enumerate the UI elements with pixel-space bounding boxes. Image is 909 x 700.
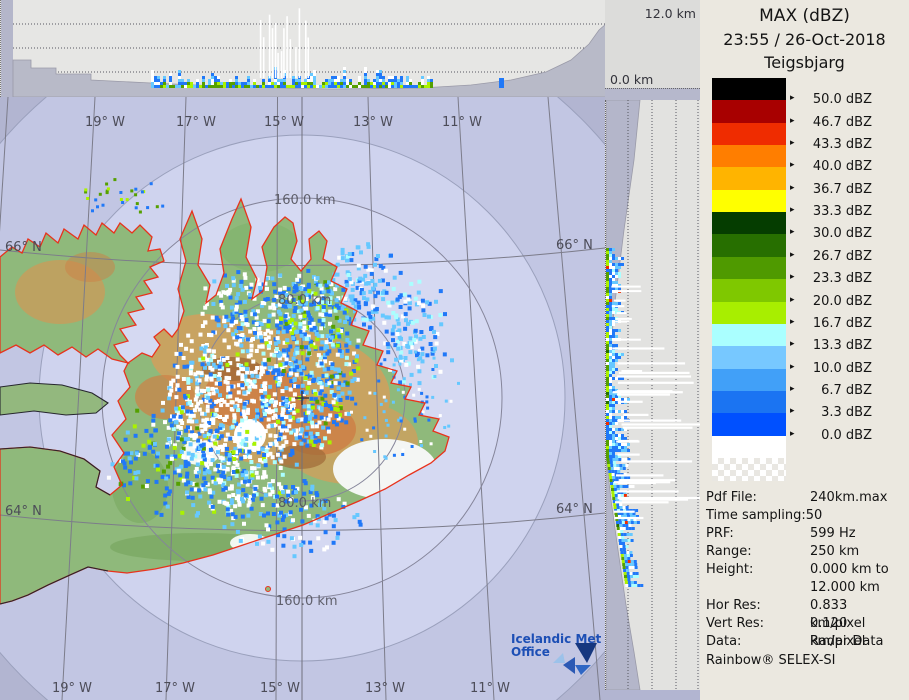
height-axis-min-label: 0.0 km: [610, 72, 654, 87]
legend-tick-icon: ▸: [790, 205, 795, 216]
info-value: 0.120 km/pixel: [810, 616, 866, 649]
legend-swatch: [712, 145, 786, 168]
info-row: PRF: 599 Hz: [706, 525, 906, 543]
legend-tick-icon: ▸: [790, 115, 795, 126]
legend-tick-icon: ▸: [790, 316, 795, 327]
color-scale-legend: ▸ 50.0 dBZ ▸ 46.7 dBZ ▸ 43.3 dBZ ▸ 40.0 dBZ ▸ 36.…: [712, 78, 902, 482]
legend-tick-icon: ▸: [790, 249, 795, 260]
legend-label: ▸ 36.7 dBZ: [790, 181, 872, 197]
legend-tick-icon: ▸: [790, 138, 795, 149]
legend-tick-icon: ▸: [790, 272, 795, 283]
legend-swatch: [712, 390, 786, 414]
logo-pinwheel-icon: [553, 643, 597, 675]
legend-swatch: [712, 301, 786, 325]
info-row: Range: 250 km: [706, 543, 906, 561]
info-label: Pdf File:: [706, 490, 757, 505]
radar-map[interactable]: 19° W 17° W 15° W 13° W 11° W 19° W 17° W 15° W…: [0, 97, 605, 700]
legend-label: ▸ 40.0 dBZ: [790, 159, 872, 175]
legend-tick-icon: ▸: [790, 182, 795, 193]
legend-label: ▸ 16.7 dBZ: [790, 315, 872, 331]
legend-label: ▸ 0.0 dBZ: [790, 427, 872, 443]
legend-label: ▸ 20.0 dBZ: [790, 293, 872, 309]
legend-label: ▸ 50.0 dBZ: [790, 92, 872, 108]
height-axis-panel: 12.0 km 0.0 km: [605, 0, 700, 88]
legend-swatch: [712, 457, 786, 481]
info-label: Data:: [706, 634, 742, 649]
legend-tick-icon: ▸: [790, 406, 795, 417]
top-panel-left-margin: [1, 0, 13, 97]
software-brand: Rainbow® SELEX-SI: [706, 653, 836, 668]
legend-swatch: [712, 100, 786, 124]
legend-label: ▸ 46.7 dBZ: [790, 114, 872, 130]
bottom-right-sea-strip: [605, 690, 700, 700]
legend-swatch: [712, 346, 786, 370]
legend-swatch: [712, 279, 786, 302]
legend-label: ▸ 13.3 dBZ: [790, 338, 872, 354]
info-row: Height: 0.000 km to: [706, 561, 906, 579]
right-cross-section-plot: [606, 100, 700, 690]
legend-label: ▸ 3.3 dBZ: [790, 405, 872, 421]
cross-section-top-panel[interactable]: [0, 0, 606, 97]
info-row: Data: Radar Data: [706, 633, 906, 651]
info-value: 12.000 km: [810, 580, 880, 595]
info-row: 12.000 km: [706, 579, 906, 597]
radar-map-canvas: [0, 97, 605, 700]
info-label: Vert Res:: [706, 616, 765, 631]
info-label: Hor Res:: [706, 598, 761, 613]
legend-label: ▸ 26.7 dBZ: [790, 248, 872, 264]
info-label: Time sampling:50: [706, 508, 823, 523]
icelandic-met-office-logo: Icelandic Met Office: [511, 633, 605, 679]
legend-label: ▸ 10.0 dBZ: [790, 360, 872, 376]
info-sidebar: MAX (dBZ) 23:55 / 26-Oct-2018 Teigsbjarg…: [700, 0, 909, 700]
info-value: 599 Hz: [810, 526, 856, 541]
cross-section-right-panel[interactable]: [605, 100, 700, 690]
legend-swatch: [712, 167, 786, 191]
info-value: 0.000 km to: [810, 562, 889, 577]
island-vestmannaeyjar: [265, 586, 271, 592]
info-value: 0.833 km/pixel: [810, 598, 866, 631]
legend-swatch: [712, 323, 786, 347]
legend-label: ▸ 23.3 dBZ: [790, 271, 872, 287]
info-row: Pdf File: 240km.max: [706, 489, 906, 507]
legend-swatch: [712, 212, 786, 235]
legend-tick-icon: ▸: [790, 339, 795, 350]
legend-tick-icon: ▸: [790, 294, 795, 305]
info-value: 240km.max: [810, 490, 888, 505]
height-axis-max-label: 12.0 km: [644, 6, 696, 21]
legend-swatch: [712, 234, 786, 258]
info-row: Hor Res: 0.833 km/pixel: [706, 597, 906, 631]
legend-label: ▸ 6.7 dBZ: [790, 382, 872, 398]
legend-label: ▸ 33.3 dBZ: [790, 204, 872, 220]
legend-tick-icon: ▸: [790, 361, 795, 372]
corner-terrain-strip: [605, 88, 700, 100]
info-row: Vert Res: 0.120 km/pixel: [706, 615, 906, 649]
top-cross-section-plot: [1, 0, 606, 97]
radar-application-window: { "header": { "product": "MAX (dBZ)", "d…: [0, 0, 909, 700]
station-name: Teigsbjarg: [764, 53, 845, 72]
legend-tick-icon: ▸: [790, 160, 795, 171]
legend-swatch: [712, 78, 786, 101]
legend-swatch: [712, 122, 786, 146]
legend-swatch: [712, 189, 786, 213]
info-row: Time sampling:50: [706, 507, 906, 525]
legend-tick-icon: ▸: [790, 93, 795, 104]
info-value: 250 km: [810, 544, 860, 559]
legend-label: ▸ 30.0 dBZ: [790, 226, 872, 242]
legend-swatch: [712, 256, 786, 280]
info-label: Range:: [706, 544, 752, 559]
info-label: [706, 579, 810, 597]
legend-tick-icon: ▸: [790, 428, 795, 439]
product-title: MAX (dBZ): [759, 6, 850, 26]
legend-tick-icon: ▸: [790, 227, 795, 238]
timestamp: 23:55 / 26-Oct-2018: [723, 30, 886, 49]
legend-label: ▸ 43.3 dBZ: [790, 137, 872, 153]
info-value: Radar Data: [810, 634, 884, 649]
info-label: PRF:: [706, 526, 734, 541]
legend-tick-icon: ▸: [790, 383, 795, 394]
scan-info-table: Pdf File: 240km.max Time sampling:50 PRF: 59…: [706, 489, 906, 651]
info-label: Height:: [706, 562, 754, 577]
legend-swatch: [712, 435, 786, 459]
legend-swatch: [712, 413, 786, 437]
legend-swatch: [712, 368, 786, 392]
